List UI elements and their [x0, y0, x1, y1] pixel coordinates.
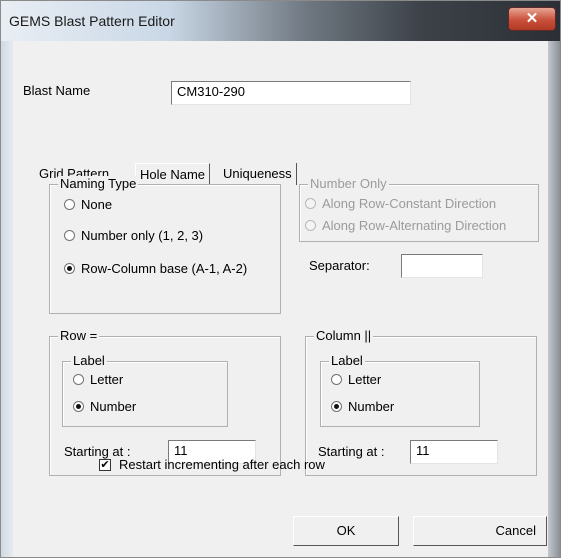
row-letter-label: Letter	[90, 372, 124, 387]
ok-button[interactable]: OK	[293, 516, 399, 546]
blast-name-input[interactable]: CM310-290	[171, 81, 411, 105]
separator-label: Separator:	[309, 258, 370, 273]
dialog-window: GEMS Blast Pattern Editor ✕ Blast Name C…	[0, 0, 561, 558]
column-letter-radio[interactable]: Letter	[331, 372, 381, 387]
close-icon: ✕	[525, 10, 539, 27]
naming-type-title: Naming Type	[58, 176, 139, 192]
along-row-alternating-label: Along Row-Alternating Direction	[322, 218, 507, 233]
along-row-constant-label: Along Row-Constant Direction	[322, 196, 497, 211]
restart-incrementing-checkbox[interactable]: ✔ Restart incrementing after each row	[99, 457, 325, 472]
checkbox-checked-icon: ✔	[99, 458, 111, 471]
cancel-label: Cancel	[495, 523, 536, 538]
number-only-title: Number Only	[308, 176, 389, 192]
naming-type-group: Naming Type None Number only (1, 2, 3) R…	[49, 176, 281, 314]
row-group-title: Row =	[58, 328, 100, 344]
dialog-client-area: Blast Name CM310-290 Grid Pattern Hole N…	[13, 41, 548, 557]
along-row-constant-radio[interactable]: Along Row-Constant Direction	[305, 196, 496, 211]
close-button[interactable]: ✕	[508, 7, 556, 31]
column-starting-at-label: Starting at :	[318, 444, 385, 459]
ok-label: OK	[336, 523, 356, 538]
column-group: Column || Label Letter Number Starting a…	[305, 328, 537, 476]
number-only-group: Number Only Along Row-Constant Direction…	[299, 176, 539, 242]
radio-unchecked-icon	[64, 199, 75, 210]
column-starting-at-value: 11	[416, 443, 430, 458]
radio-unchecked-icon	[331, 374, 342, 385]
restart-incrementing-label: Restart incrementing after each row	[119, 457, 325, 472]
naming-none-label: None	[81, 197, 113, 212]
column-letter-label: Letter	[348, 372, 382, 387]
tab-uniqueness[interactable]: Uniqueness	[219, 163, 297, 185]
row-number-radio[interactable]: Number	[73, 399, 136, 414]
radio-checked-icon	[331, 401, 342, 412]
column-label-group: Label Letter Number	[320, 353, 480, 427]
radio-unchecked-icon	[305, 198, 316, 209]
window-left-border	[1, 41, 13, 557]
radio-checked-icon	[73, 401, 84, 412]
naming-none-radio[interactable]: None	[64, 197, 112, 212]
tab-hole-name[interactable]: Hole Name	[135, 163, 211, 186]
naming-number-only-label: Number only (1, 2, 3)	[81, 228, 204, 243]
naming-number-only-radio[interactable]: Number only (1, 2, 3)	[64, 228, 203, 243]
row-letter-radio[interactable]: Letter	[73, 372, 123, 387]
row-number-label: Number	[90, 399, 137, 414]
cancel-button[interactable]: Cancel	[413, 516, 547, 546]
along-row-alternating-radio[interactable]: Along Row-Alternating Direction	[305, 218, 506, 233]
title-bar[interactable]: GEMS Blast Pattern Editor ✕	[1, 1, 560, 41]
row-starting-at-value: 11	[174, 443, 188, 458]
radio-checked-icon	[64, 263, 75, 274]
window-right-border	[548, 41, 560, 557]
column-group-title: Column ||	[314, 328, 374, 344]
radio-unchecked-icon	[64, 230, 75, 241]
separator-input[interactable]	[401, 254, 483, 278]
blast-name-label: Blast Name	[23, 83, 91, 98]
radio-unchecked-icon	[305, 220, 316, 231]
row-label-group: Label Letter Number	[62, 353, 228, 427]
column-starting-at-input[interactable]: 11	[410, 440, 498, 464]
naming-row-column-radio[interactable]: Row-Column base (A-1, A-2)	[64, 261, 247, 276]
column-number-radio[interactable]: Number	[331, 399, 394, 414]
blast-name-value: CM310-290	[177, 84, 245, 99]
row-label-group-title: Label	[71, 353, 107, 369]
column-label-group-title: Label	[329, 353, 365, 369]
radio-unchecked-icon	[73, 374, 84, 385]
naming-row-column-label: Row-Column base (A-1, A-2)	[81, 261, 248, 276]
row-group: Row = Label Letter Number Starting at : …	[49, 328, 281, 476]
column-number-label: Number	[348, 399, 395, 414]
window-title: GEMS Blast Pattern Editor	[9, 13, 175, 29]
